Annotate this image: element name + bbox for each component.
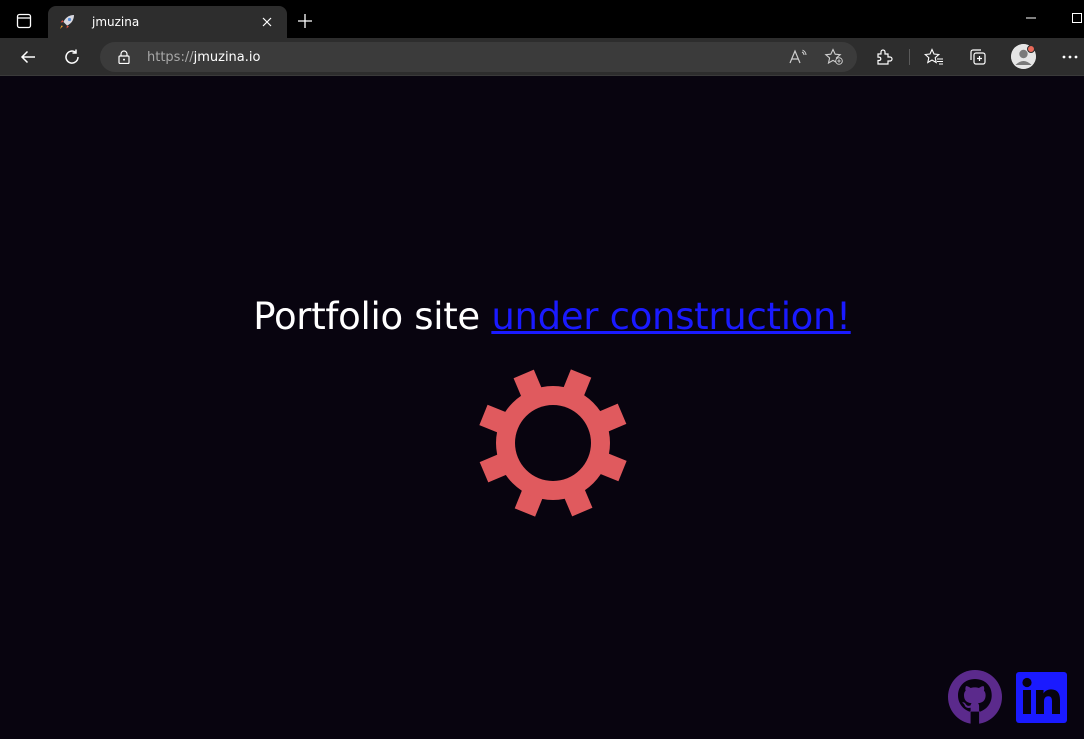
browser-tab[interactable]: jmuzina [48, 6, 287, 38]
refresh-icon[interactable] [57, 42, 87, 72]
linkedin-icon[interactable] [1016, 672, 1067, 723]
url-host: jmuzina.io [193, 49, 261, 65]
add-favorite-icon[interactable] [822, 46, 846, 68]
address-bar[interactable]: https://jmuzina.io [100, 42, 857, 72]
extensions-icon[interactable] [869, 42, 899, 72]
profile-notification-badge [1027, 45, 1035, 53]
gear-icon [477, 367, 629, 519]
browser-titlebar: jmuzina [0, 0, 1084, 38]
collections-icon[interactable] [963, 42, 993, 72]
back-icon[interactable] [13, 42, 43, 72]
tab-title: jmuzina [92, 15, 140, 29]
minimize-icon[interactable] [1020, 8, 1042, 28]
favorites-icon[interactable] [919, 42, 949, 72]
headline-text: Portfolio site [253, 295, 492, 338]
github-icon[interactable] [947, 669, 1003, 725]
browser-toolbar: https://jmuzina.io [0, 38, 1084, 76]
page-content: Portfolio site under construction! [0, 77, 1084, 739]
new-tab-icon[interactable] [294, 10, 316, 32]
lock-icon[interactable] [116, 49, 132, 65]
read-aloud-icon[interactable] [786, 46, 810, 68]
maximize-icon[interactable] [1066, 8, 1084, 28]
rocket-icon [58, 13, 76, 31]
more-icon[interactable] [1055, 42, 1084, 72]
url-scheme: https:// [147, 49, 194, 65]
url-text: https://jmuzina.io [147, 50, 260, 65]
toolbar-divider [909, 49, 910, 65]
close-icon[interactable] [257, 12, 277, 32]
page-headline: Portfolio site under construction! [0, 295, 1084, 338]
under-construction-link[interactable]: under construction! [491, 295, 851, 338]
tab-actions-icon[interactable] [8, 8, 40, 34]
